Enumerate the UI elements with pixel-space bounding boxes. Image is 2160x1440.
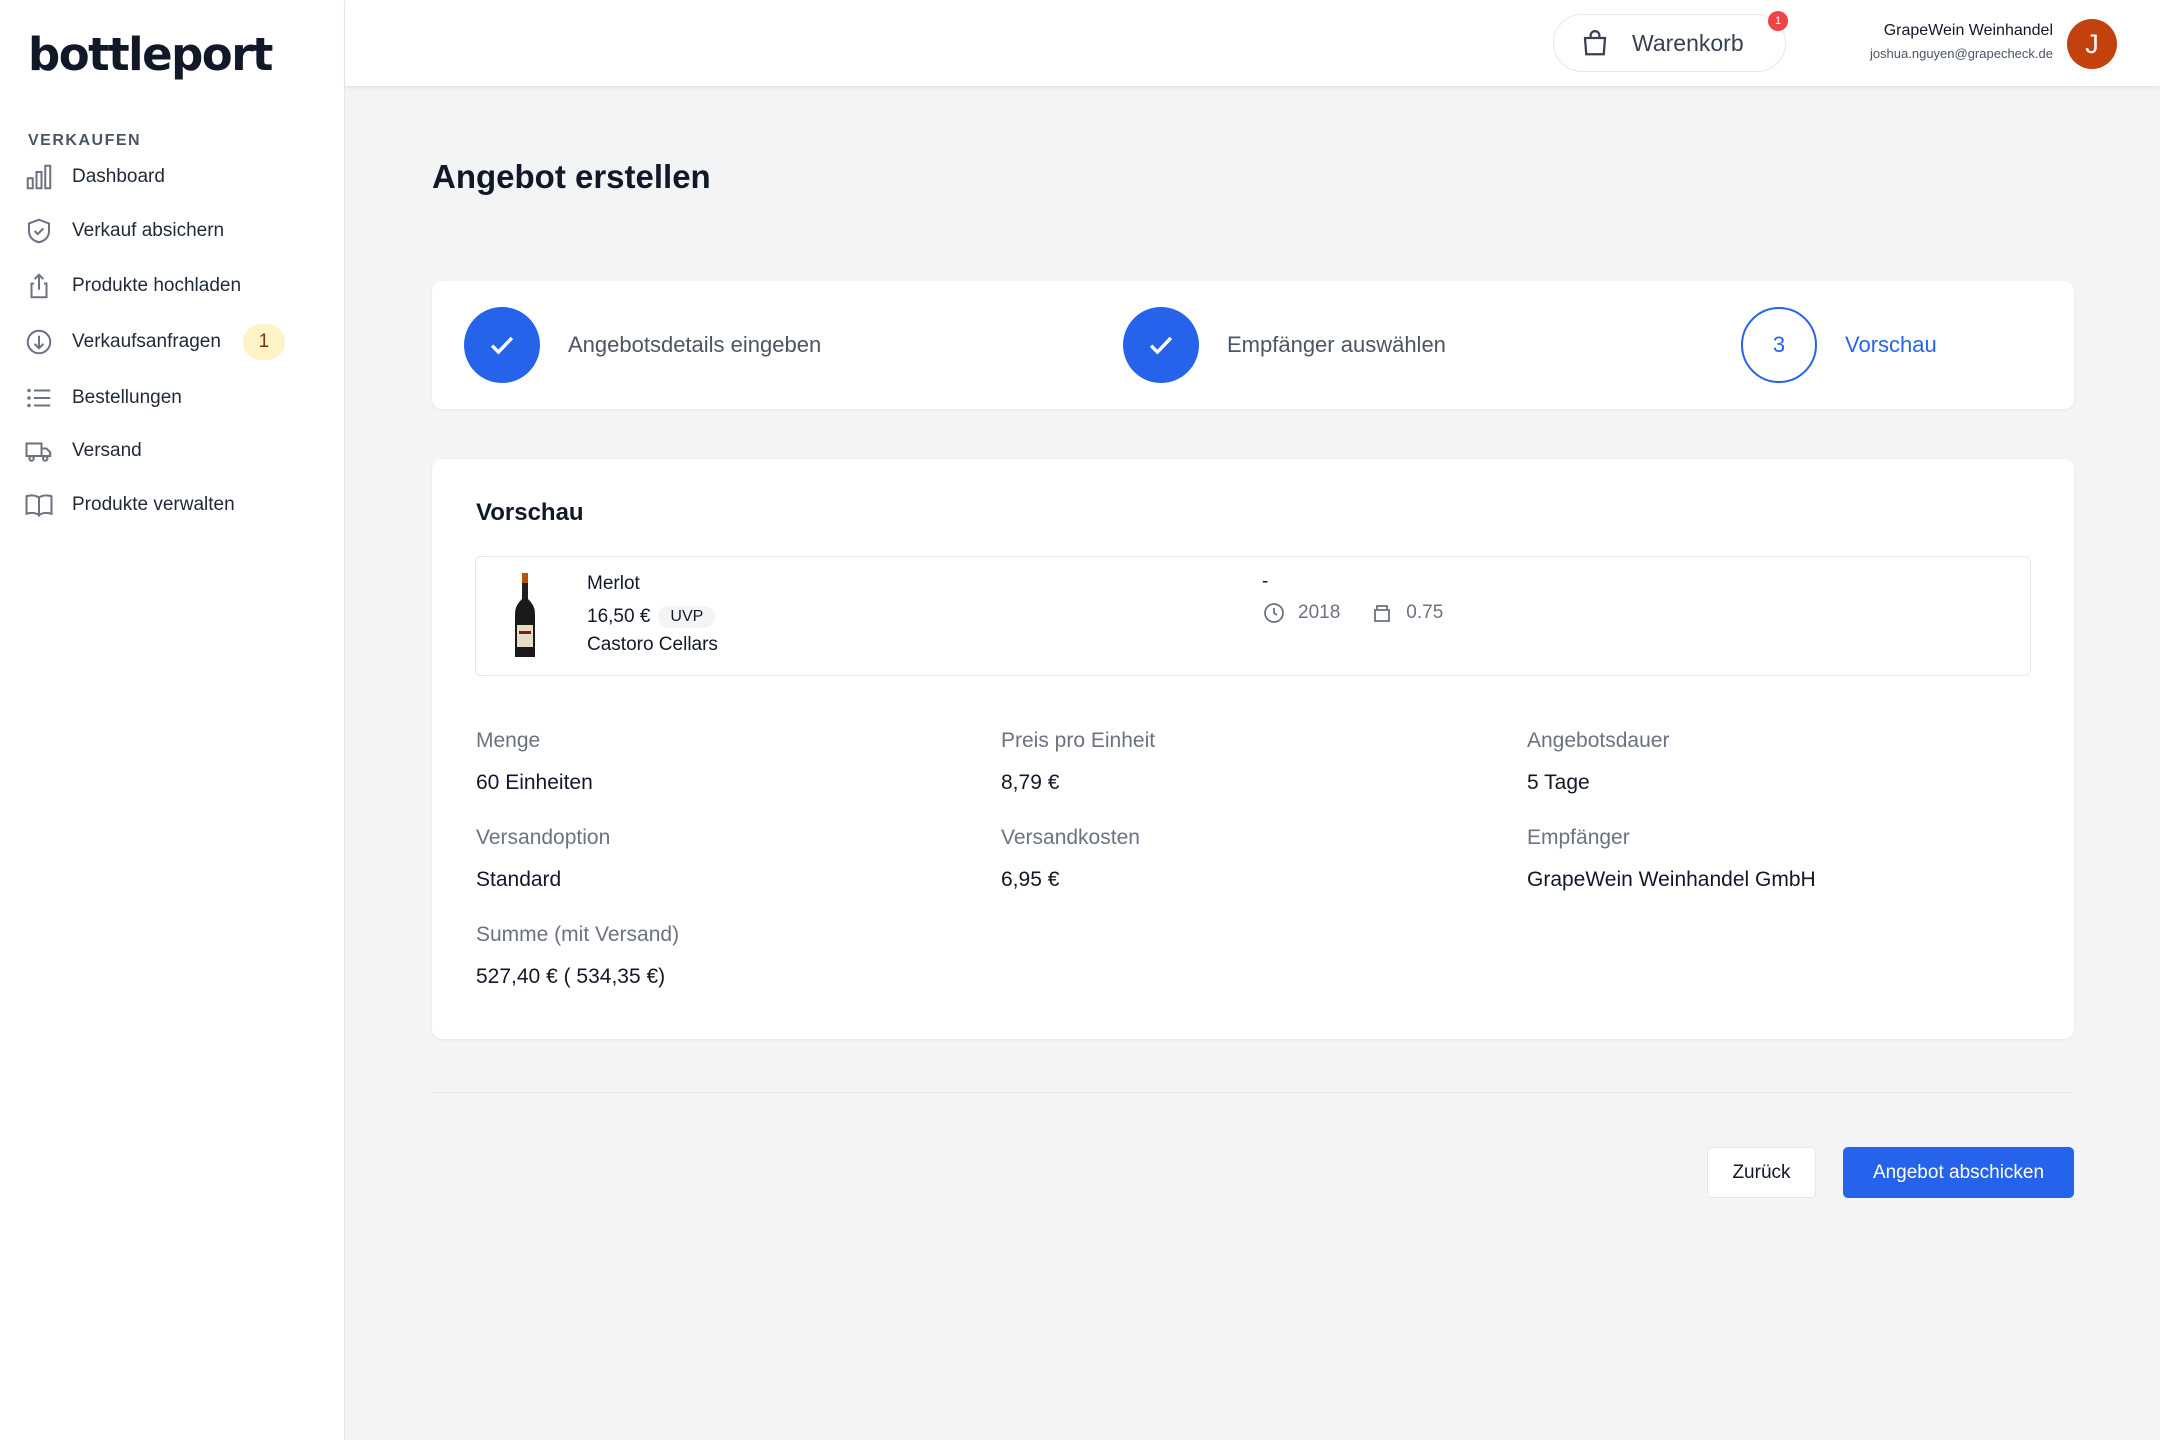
sidebar-item-versand[interactable]: Versand: [22, 426, 322, 476]
sidebar-item-label: Produkte hochladen: [72, 275, 242, 296]
top-header: Warenkorb 1 GrapeWein Weinhandel joshua.…: [345, 0, 2160, 87]
step-done-indicator: [1123, 307, 1199, 383]
product-summary: Merlot 16,50 € UVP Castoro Cellars - 201…: [475, 556, 2031, 676]
cart-count-badge: 1: [1768, 11, 1788, 31]
step-vorschau[interactable]: 3 Vorschau: [1741, 307, 1937, 383]
sidebar-item-label: Produkte verwalten: [72, 494, 235, 515]
detail-versandoption: Versandoption Standard: [476, 826, 610, 892]
truck-icon: [22, 434, 56, 468]
shopping-bag-icon: [1583, 30, 1607, 56]
step-label: Angebotsdetails eingeben: [568, 332, 822, 357]
stepper: Angebotsdetails eingeben Empfänger auswä…: [432, 281, 2074, 409]
sidebar-item-produkte-hochladen[interactable]: Produkte hochladen: [22, 261, 322, 311]
shield-check-icon: [22, 214, 56, 248]
detail-value: 8,79 €: [1001, 771, 1060, 794]
requests-count-badge: 1: [242, 324, 285, 360]
detail-label: Empfänger: [1527, 826, 1630, 849]
sidebar-item-label: Dashboard: [72, 166, 165, 187]
wine-bottle-image: [515, 573, 535, 657]
step-empfaenger[interactable]: Empfänger auswählen: [1123, 307, 1446, 383]
step-done-indicator: [464, 307, 540, 383]
product-volume: 0.75: [1406, 602, 1444, 623]
check-icon: [1149, 336, 1173, 355]
detail-label: Versandoption: [476, 826, 611, 849]
sidebar-item-label: Verkaufsanfragen: [72, 331, 221, 352]
check-icon: [490, 336, 514, 355]
detail-versandkosten: Versandkosten 6,95 €: [1001, 826, 1140, 892]
detail-value: 5 Tage: [1527, 771, 1590, 794]
book-open-icon: [22, 488, 56, 522]
product-name: Merlot: [587, 573, 640, 594]
detail-summe: Summe (mit Versand) 527,40 € ( 534,35 €): [476, 923, 679, 989]
detail-label: Menge: [476, 729, 541, 752]
detail-value: GrapeWein Weinhandel GmbH: [1527, 868, 1816, 891]
actions-divider: [432, 1092, 2074, 1093]
sidebar-item-verkaufsanfragen[interactable]: Verkaufsanfragen 1: [22, 317, 322, 367]
detail-preis: Preis pro Einheit 8,79 €: [1001, 729, 1155, 795]
sidebar-item-label: Bestellungen: [72, 387, 182, 408]
sidebar-section-label: VERKAUFEN: [28, 132, 142, 149]
list-icon: [22, 381, 56, 415]
step-angebotsdetails[interactable]: Angebotsdetails eingeben: [464, 307, 821, 383]
clock-icon: [1264, 603, 1284, 623]
back-button[interactable]: Zurück: [1707, 1147, 1816, 1198]
step-label: Empfänger auswählen: [1227, 332, 1446, 357]
avatar[interactable]: J: [2067, 19, 2117, 69]
product-vintage: 2018: [1298, 602, 1341, 623]
bar-chart-icon: [22, 160, 56, 194]
detail-value: 6,95 €: [1001, 868, 1060, 891]
step-number: 3: [1741, 307, 1817, 383]
step-label: Vorschau: [1845, 332, 1937, 357]
sidebar: bottleport VERKAUFEN Dashboard Verkauf a…: [0, 0, 345, 1440]
upload-icon: [22, 269, 56, 303]
detail-value: 527,40 € ( 534,35 €): [476, 965, 666, 988]
app-root: bottleport VERKAUFEN Dashboard Verkauf a…: [0, 0, 2160, 1440]
uvp-badge: UVP: [658, 606, 716, 628]
preview-title: Vorschau: [476, 499, 584, 526]
user-name: GrapeWein Weinhandel: [1883, 22, 2053, 39]
sidebar-item-verkauf-absichern[interactable]: Verkauf absichern: [22, 206, 322, 256]
product-placeholder: -: [1262, 571, 1269, 592]
detail-value: Standard: [476, 868, 562, 891]
cart-button[interactable]: Warenkorb 1: [1553, 11, 1788, 72]
cart-label: Warenkorb: [1632, 29, 1744, 56]
preview-card: Vorschau Merlot 16,50 € UVP Castoro Cell…: [432, 459, 2074, 1039]
sidebar-item-dashboard[interactable]: Dashboard: [22, 152, 322, 202]
detail-label: Versandkosten: [1001, 826, 1140, 849]
detail-menge: Menge 60 Einheiten: [476, 729, 593, 795]
sidebar-item-produkte-verwalten[interactable]: Produkte verwalten: [22, 480, 322, 530]
container-icon: [1374, 605, 1391, 622]
user-email: joshua.nguyen@grapecheck.de: [1869, 46, 2053, 61]
product-producer: Castoro Cellars: [587, 634, 718, 655]
detail-label: Angebotsdauer: [1527, 729, 1670, 752]
detail-label: Summe (mit Versand): [476, 923, 680, 946]
brand-logo[interactable]: bottleport: [28, 28, 273, 81]
submit-offer-button[interactable]: Angebot abschicken: [1843, 1147, 2074, 1198]
arrow-down-circle-icon: [22, 325, 56, 359]
detail-label: Preis pro Einheit: [1001, 729, 1156, 752]
detail-empfaenger: Empfänger GrapeWein Weinhandel GmbH: [1527, 826, 1816, 892]
product-price-row: 16,50 € UVP: [587, 606, 716, 628]
detail-angebotsdauer: Angebotsdauer 5 Tage: [1527, 729, 1669, 795]
page-title: Angebot erstellen: [432, 158, 711, 195]
detail-value: 60 Einheiten: [476, 771, 593, 794]
sidebar-item-bestellungen[interactable]: Bestellungen: [22, 373, 322, 423]
product-meta: 2018 0.75: [1262, 601, 1443, 625]
sidebar-item-label: Versand: [72, 440, 142, 461]
product-price: 16,50 €: [587, 606, 651, 627]
sidebar-item-label: Verkauf absichern: [72, 220, 225, 241]
